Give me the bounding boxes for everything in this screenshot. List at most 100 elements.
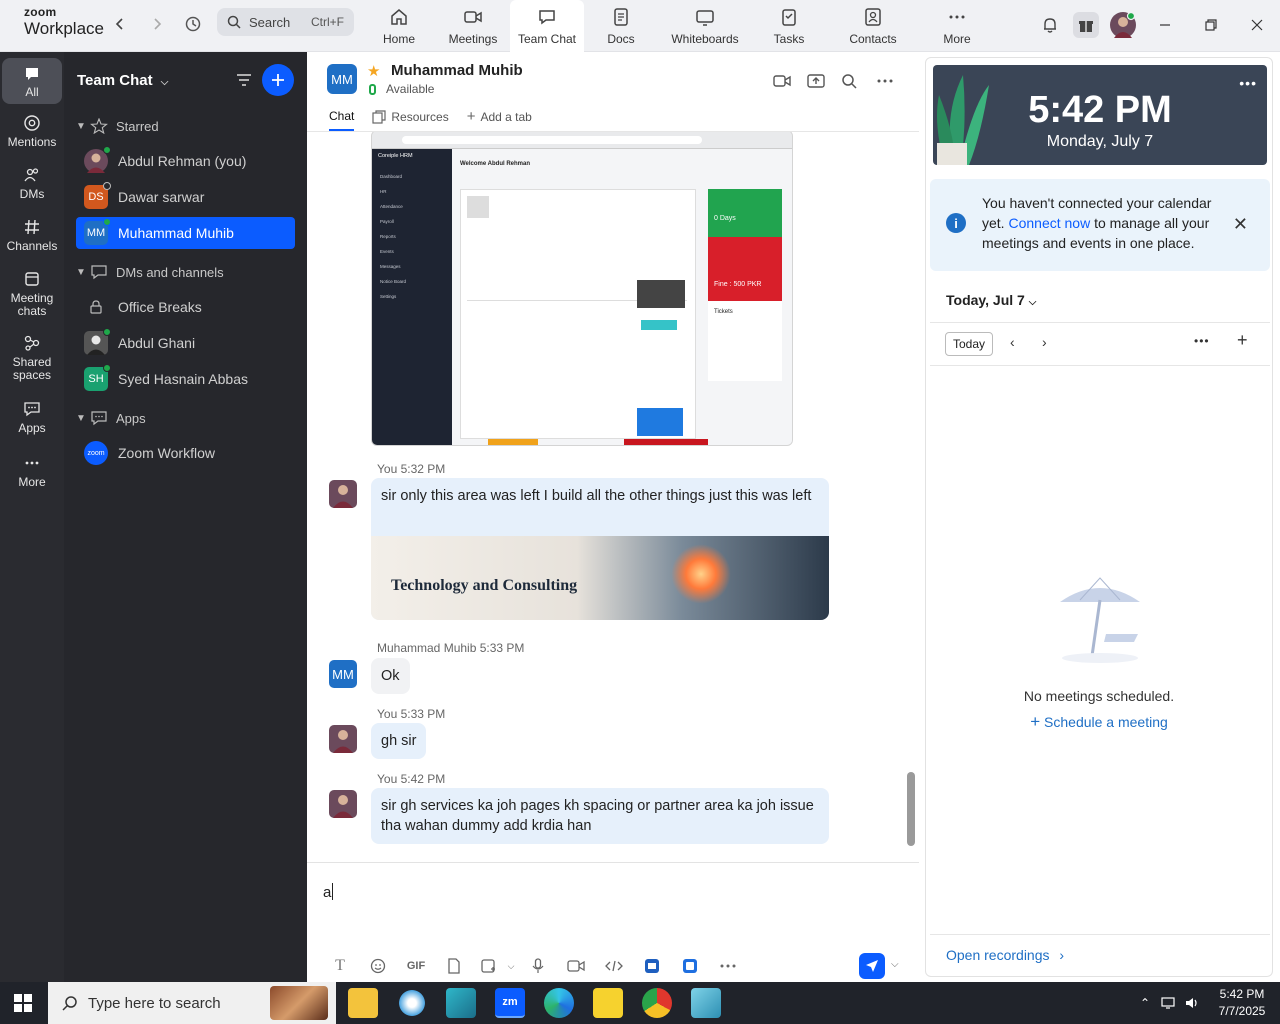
connect-now-link[interactable]: Connect now [1008,215,1090,231]
sidebar-item-muhammad-muhib[interactable]: MM Muhammad Muhib [76,217,295,249]
minimize-icon[interactable] [1152,12,1178,38]
open-recordings-link[interactable]: Open recordings › [946,947,1064,963]
sidebar-item-abdul-rehman[interactable]: Abdul Rehman (you) [76,145,295,177]
taskbar-search[interactable]: Type here to search [48,982,336,1024]
search-icon[interactable] [838,70,860,92]
link-preview-banner[interactable]: Technology and Consulting [371,536,829,620]
rail-shared-spaces[interactable]: Shared spaces [2,334,62,381]
network-icon[interactable] [1160,996,1176,1010]
chrome-browser-icon[interactable] [642,988,672,1018]
tab-home[interactable]: Home [362,0,436,52]
video-message-icon[interactable] [557,955,595,977]
zoom-taskbar-icon[interactable]: zm [495,988,525,1018]
avatar[interactable] [329,725,357,753]
tab-chat[interactable]: Chat [329,108,355,131]
rail-dms[interactable]: DMs [2,166,62,201]
today-button[interactable]: Today [945,332,993,356]
previous-day-icon[interactable]: ‹ [1010,334,1015,350]
taskbar-clock[interactable]: 5:42 PM 7/7/2025 [1212,986,1272,1020]
message-composer[interactable]: a T GIF ⌵ ⌵ [307,862,919,982]
gift-icon[interactable] [1073,12,1099,38]
add-tab-button[interactable]: + Add a tab [467,108,532,131]
new-chat-button[interactable] [262,64,294,96]
more-icon[interactable] [709,955,747,977]
avatar[interactable] [329,480,357,508]
section-starred[interactable]: ▼ Starred [76,118,159,134]
snipping-tool-icon[interactable] [691,988,721,1018]
sticky-notes-icon[interactable] [593,988,623,1018]
more-options-icon[interactable]: ••• [1239,75,1257,91]
section-apps[interactable]: ▼ Apps [76,410,146,426]
sidebar-title[interactable]: Team Chat ⌵ [77,72,168,89]
file-icon[interactable] [435,955,473,977]
code-icon[interactable] [595,955,633,977]
date-heading[interactable]: Today, Jul 7 ⌵ [946,292,1036,308]
tab-whiteboards[interactable]: Whiteboards [658,0,752,52]
more-options-icon[interactable] [874,70,896,92]
close-icon[interactable]: ✕ [1233,214,1248,235]
sidebar-item-zoom-workflow[interactable]: zoom Zoom Workflow [76,437,295,469]
restore-icon[interactable] [1198,12,1224,38]
add-event-icon[interactable]: + [1237,330,1248,351]
sidebar-item-office-breaks[interactable]: Office Breaks [76,291,295,323]
contact-avatar[interactable]: MM [327,64,357,94]
tab-tasks[interactable]: Tasks [752,0,826,52]
tab-meetings[interactable]: Meetings [436,0,510,52]
history-icon[interactable] [181,12,205,36]
message-bubble[interactable]: gh sir [371,723,427,759]
edge-browser-icon[interactable] [544,988,574,1018]
scrollbar[interactable] [907,772,915,846]
gif-icon[interactable]: GIF [397,955,435,977]
chevron-down-icon[interactable]: ⌵ [891,959,899,970]
paint-app-icon[interactable] [397,988,427,1018]
message-bubble[interactable]: sir gh services ka joh pages kh spacing … [371,788,829,844]
tab-contacts[interactable]: Contacts [826,0,920,52]
app-icon[interactable] [446,988,476,1018]
section-dms-and-channels[interactable]: ▼ DMs and channels [76,264,224,280]
rail-all[interactable]: All [2,58,62,104]
search-input[interactable]: Search Ctrl+F [217,8,354,36]
sidebar-item-dawar-sarwar[interactable]: DS Dawar sarwar [76,181,295,213]
close-window-icon[interactable] [1244,12,1270,38]
avatar[interactable] [329,790,357,818]
send-button[interactable] [859,953,885,979]
share-screen-icon[interactable] [805,70,827,92]
rail-mentions[interactable]: Mentions [2,114,62,149]
forward-icon[interactable] [145,12,169,36]
text-format-icon[interactable]: T [321,955,359,977]
sidebar-item-syed-hasnain-abbas[interactable]: SH Syed Hasnain Abbas [76,363,295,395]
avatar[interactable]: MM [329,660,357,688]
tab-team-chat[interactable]: Team Chat [510,0,584,52]
file-explorer-icon[interactable] [348,988,378,1018]
composer-input[interactable]: a [323,883,334,901]
message-bubble[interactable]: Ok [371,658,410,694]
rail-meeting-chats[interactable]: Meeting chats [2,270,62,317]
more-options-icon[interactable]: ••• [1194,334,1210,348]
next-day-icon[interactable]: › [1042,334,1047,350]
volume-icon[interactable] [1184,996,1200,1010]
message-bubble[interactable]: sir only this area was left I build all … [371,478,829,620]
star-icon[interactable]: ★ [367,62,380,80]
tab-more[interactable]: More [920,0,994,52]
back-icon[interactable] [108,12,132,36]
video-call-icon[interactable] [771,70,793,92]
emoji-icon[interactable] [359,955,397,977]
rail-more[interactable]: More [2,454,62,489]
tab-resources[interactable]: Resources [372,108,449,131]
chevron-down-icon[interactable]: ⌵ [503,955,519,977]
image-attachment[interactable]: Coreiple HRM Dashboard HR Attendance Pay… [371,132,793,446]
tab-docs[interactable]: Docs [584,0,658,52]
sidebar-item-abdul-ghani[interactable]: Abdul Ghani [76,327,295,359]
app-icon[interactable] [633,955,671,977]
contact-name[interactable]: Muhammad Muhib [391,62,523,79]
rail-channels[interactable]: Channels [2,218,62,253]
filter-icon[interactable] [234,70,254,90]
profile-avatar[interactable] [1110,12,1136,38]
chevron-up-icon[interactable]: ⌃ [1140,996,1150,1010]
notifications-bell-icon[interactable] [1037,12,1063,38]
windows-start-icon[interactable] [14,994,32,1017]
screenshot-icon[interactable] [473,955,503,977]
app-icon-2[interactable] [671,955,709,977]
mic-icon[interactable] [519,955,557,977]
rail-apps[interactable]: Apps [2,400,62,435]
